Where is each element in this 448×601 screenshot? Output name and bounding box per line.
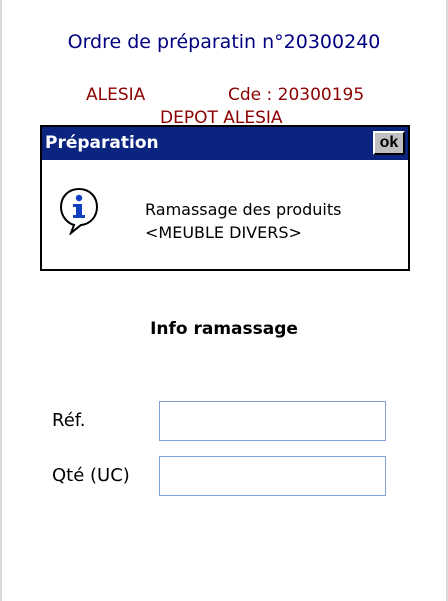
dialog-titlebar: Préparation ok — [42, 127, 408, 160]
preparation-dialog: Préparation ok Ramassage des produits <M… — [40, 125, 410, 271]
qte-input[interactable] — [159, 456, 386, 496]
qte-label: Qté (UC) — [52, 465, 130, 486]
order-title: Ordre de préparatin n°20300240 — [67, 31, 381, 53]
section-title: Info ramassage — [150, 319, 298, 339]
screen-edge-left — [0, 0, 2, 601]
dialog-title: Préparation — [45, 133, 159, 153]
ref-input[interactable] — [159, 401, 386, 441]
order-reference: Cde : 20300195 — [228, 85, 365, 105]
ok-button[interactable]: ok — [373, 131, 405, 155]
screen: Ordre de préparatin n°20300240 ALESIA Cd… — [0, 0, 448, 601]
dialog-message-line1: Ramassage des produits — [145, 200, 342, 219]
client-name: ALESIA — [86, 85, 146, 105]
dialog-message-line2: <MEUBLE DIVERS> — [145, 223, 302, 242]
ref-label: Réf. — [52, 410, 86, 431]
info-icon — [59, 187, 99, 235]
